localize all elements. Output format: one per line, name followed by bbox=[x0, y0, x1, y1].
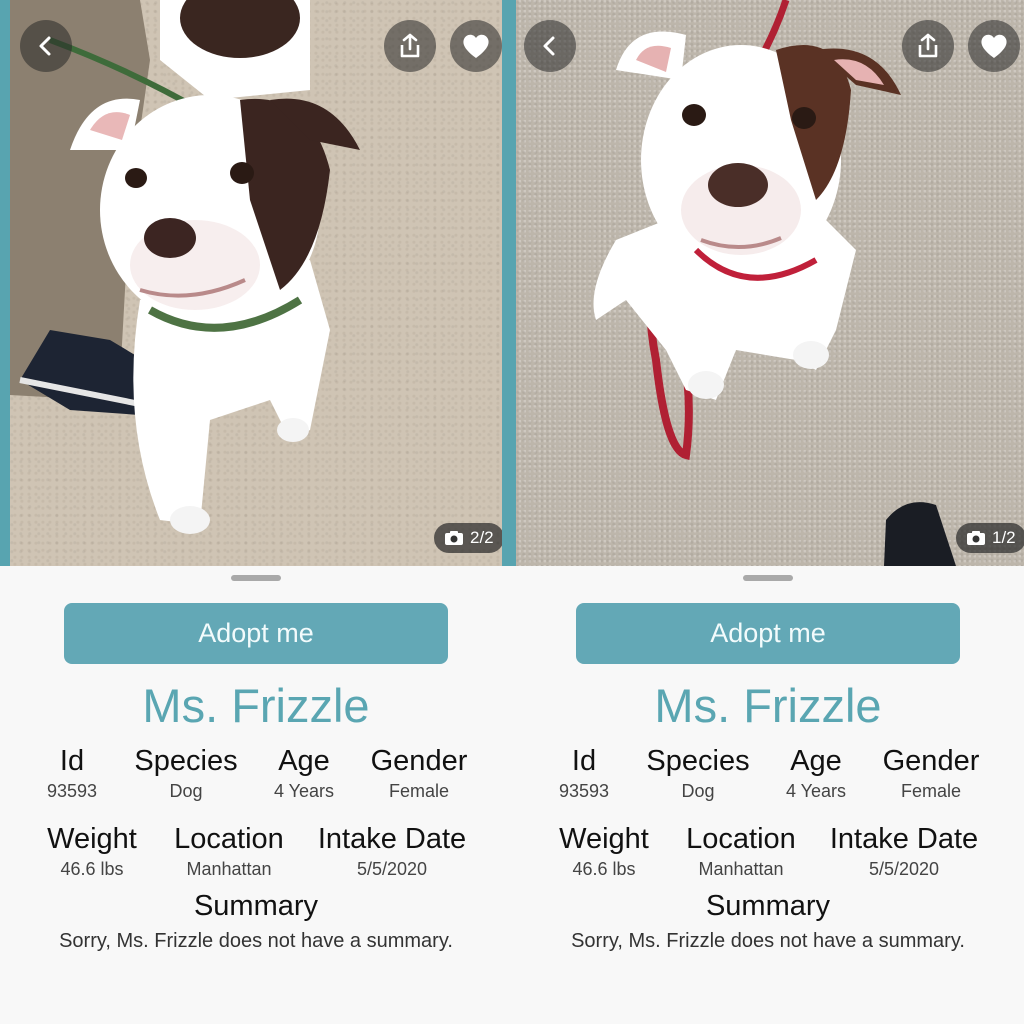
field-species: Species Dog bbox=[643, 744, 753, 802]
field-value: Female bbox=[388, 781, 450, 801]
field-value: Manhattan bbox=[698, 859, 784, 879]
field-value: Female bbox=[900, 781, 962, 801]
field-label: Intake Date bbox=[829, 823, 979, 855]
field-location: Location Manhattan bbox=[168, 822, 290, 880]
field-value: Dog bbox=[169, 781, 203, 801]
field-intake-date: Intake Date 5/5/2020 bbox=[313, 822, 471, 880]
chevron-left-icon bbox=[543, 36, 555, 56]
field-value: 46.6 lbs bbox=[60, 859, 124, 879]
field-id: Id 93593 bbox=[554, 744, 614, 802]
chevron-left-icon bbox=[39, 36, 51, 56]
pet-detail-panel-right: 1/2 Adopt me Ms. Frizzle Id 93593 Specie… bbox=[512, 0, 1024, 1024]
pet-name: Ms. Frizzle bbox=[654, 679, 882, 732]
back-button[interactable] bbox=[20, 20, 72, 72]
field-value: 5/5/2020 bbox=[356, 859, 428, 879]
field-label: Species bbox=[646, 745, 750, 777]
field-label: Age bbox=[278, 745, 330, 777]
field-location: Location Manhattan bbox=[680, 822, 802, 880]
summary-text: Sorry, Ms. Frizzle does not have a summa… bbox=[571, 930, 965, 952]
field-age: Age 4 Years bbox=[263, 744, 345, 802]
heart-icon bbox=[981, 34, 1007, 58]
field-age: Age 4 Years bbox=[775, 744, 857, 802]
field-label: Location bbox=[686, 823, 796, 855]
field-label: Age bbox=[790, 745, 842, 777]
details-sheet: Adopt me Ms. Frizzle Id 93593 Species Do… bbox=[512, 566, 1024, 1024]
field-label: Id bbox=[571, 745, 597, 777]
summary-text: Sorry, Ms. Frizzle does not have a summa… bbox=[59, 930, 453, 952]
field-label: Weight bbox=[559, 823, 649, 855]
favorite-button[interactable] bbox=[968, 20, 1020, 72]
favorite-button[interactable] bbox=[450, 20, 502, 72]
back-button[interactable] bbox=[524, 20, 576, 72]
field-value: 46.6 lbs bbox=[572, 859, 636, 879]
share-icon bbox=[918, 33, 938, 58]
field-gender: Gender Female bbox=[366, 744, 472, 802]
field-weight: Weight 46.6 lbs bbox=[43, 822, 141, 880]
dog-photo bbox=[10, 0, 360, 534]
field-label: Location bbox=[174, 823, 284, 855]
field-value: 5/5/2020 bbox=[868, 859, 940, 879]
heart-icon bbox=[463, 34, 489, 58]
field-value: 93593 bbox=[558, 781, 610, 801]
summary-title: Summary bbox=[705, 890, 831, 922]
photo-counter: 1/2 bbox=[956, 523, 1024, 553]
summary-title: Summary bbox=[193, 890, 319, 922]
pet-detail-panel-left: 2/2 Adopt me Ms. Frizzle Id 93593 Specie… bbox=[0, 0, 512, 1024]
photo-gallery[interactable]: 2/2 bbox=[0, 0, 512, 566]
share-button[interactable] bbox=[384, 20, 436, 72]
field-intake-date: Intake Date 5/5/2020 bbox=[825, 822, 983, 880]
sheet-handle[interactable] bbox=[231, 575, 281, 581]
field-label: Gender bbox=[882, 745, 980, 777]
photo-counter-text: 2/2 bbox=[470, 528, 494, 547]
field-id: Id 93593 bbox=[42, 744, 102, 802]
share-icon bbox=[400, 33, 420, 58]
field-species: Species Dog bbox=[131, 744, 241, 802]
photo-counter-text: 1/2 bbox=[992, 528, 1016, 547]
field-gender: Gender Female bbox=[878, 744, 984, 802]
adopt-button[interactable]: Adopt me bbox=[576, 603, 960, 664]
adopt-button[interactable]: Adopt me bbox=[64, 603, 448, 664]
field-value: 93593 bbox=[46, 781, 98, 801]
field-label: Weight bbox=[47, 823, 137, 855]
photo-gallery[interactable]: 1/2 bbox=[512, 0, 1024, 566]
camera-icon bbox=[967, 531, 985, 545]
field-value: 4 Years bbox=[785, 781, 847, 801]
field-value: 4 Years bbox=[273, 781, 335, 801]
field-value: Dog bbox=[681, 781, 715, 801]
photo-counter: 2/2 bbox=[434, 523, 502, 553]
sheet-handle[interactable] bbox=[743, 575, 793, 581]
camera-icon bbox=[445, 531, 463, 545]
field-value: Manhattan bbox=[186, 859, 272, 879]
share-button[interactable] bbox=[902, 20, 954, 72]
pet-name: Ms. Frizzle bbox=[142, 679, 370, 732]
field-label: Id bbox=[59, 745, 85, 777]
field-label: Gender bbox=[370, 745, 468, 777]
details-sheet: Adopt me Ms. Frizzle Id 93593 Species Do… bbox=[0, 566, 512, 1024]
field-weight: Weight 46.6 lbs bbox=[555, 822, 653, 880]
field-label: Species bbox=[134, 745, 238, 777]
dog-photo bbox=[593, 0, 956, 566]
field-label: Intake Date bbox=[317, 823, 467, 855]
